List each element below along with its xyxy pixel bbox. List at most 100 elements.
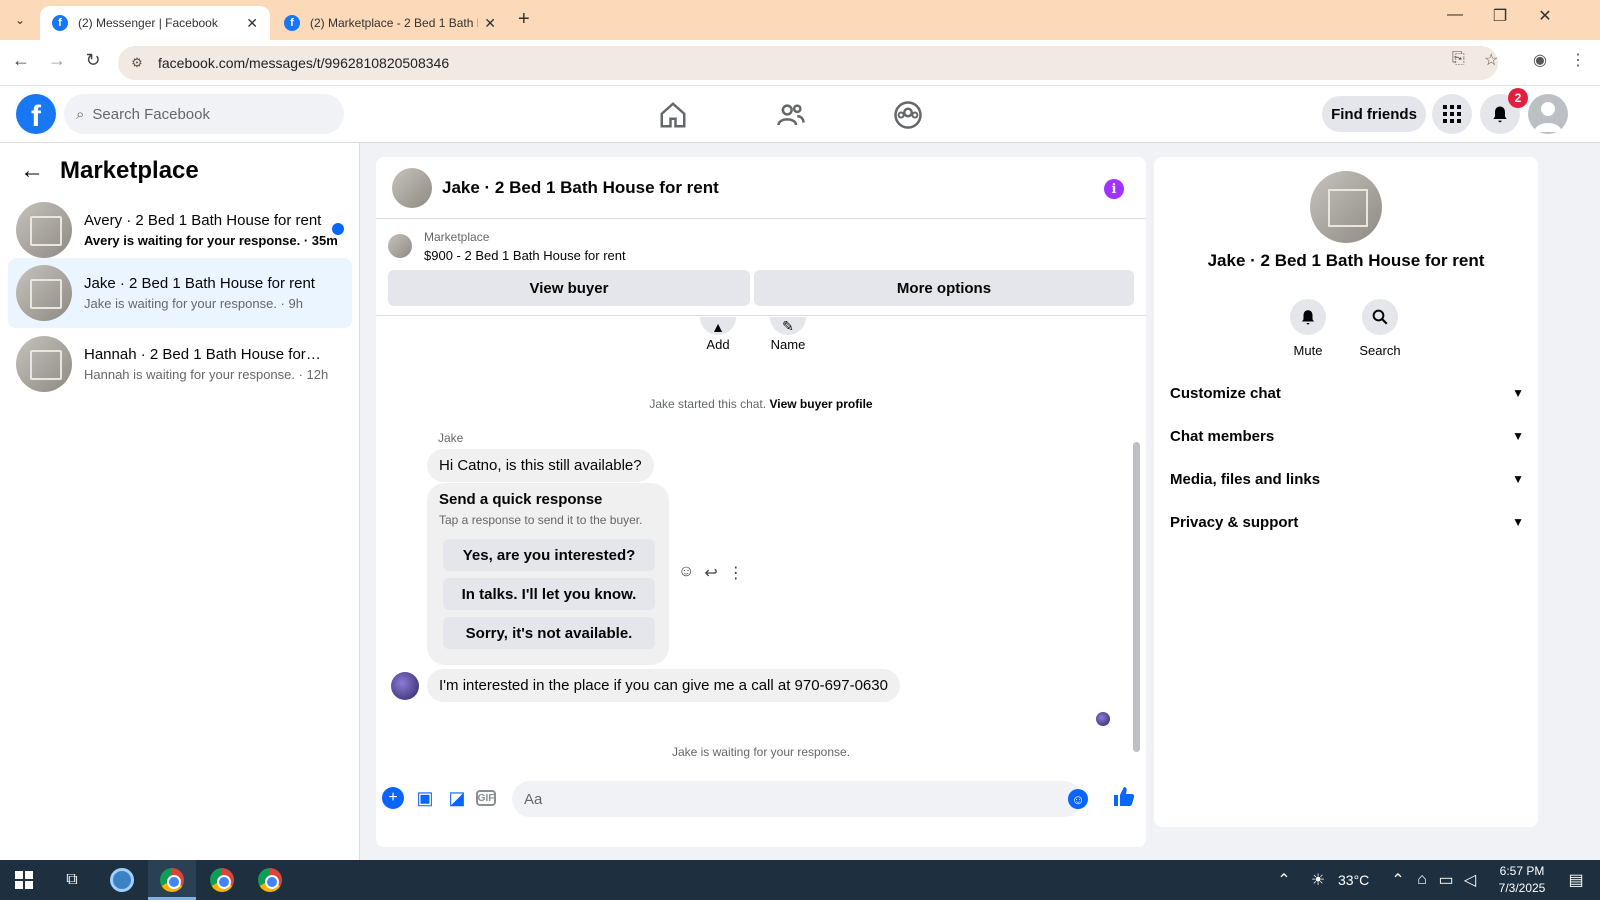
account-avatar[interactable] xyxy=(1528,94,1568,134)
chat-title[interactable]: Jake · 2 Bed 1 Bath House for rent xyxy=(442,178,719,198)
gif-icon[interactable]: GIF xyxy=(476,790,496,806)
quick-response-title: Send a quick response xyxy=(439,491,603,508)
info-icon[interactable]: i xyxy=(1104,179,1124,199)
chevron-down-icon: ▼ xyxy=(1512,429,1524,443)
chrome-icon[interactable] xyxy=(256,866,284,894)
photo-icon[interactable]: ▣ xyxy=(414,787,436,809)
install-app-icon[interactable]: ⎘ xyxy=(1452,50,1465,68)
add-person-icon[interactable]: ▲ xyxy=(700,317,736,335)
bookmark-star-icon[interactable]: ☆ xyxy=(1484,50,1498,70)
conversation-preview: Jake is waiting for your response. · 9h xyxy=(84,296,303,311)
kebab-menu-icon[interactable]: ⋮ xyxy=(1570,50,1586,70)
search-input[interactable]: ⌕ Search Facebook xyxy=(64,94,344,134)
home-icon[interactable] xyxy=(658,100,688,130)
clock-date[interactable]: 7/3/2025 xyxy=(1490,881,1554,895)
edit-name-icon[interactable]: ✎ xyxy=(770,317,806,335)
name-label: Name xyxy=(770,337,806,352)
chat-started-notice: Jake started this chat. View buyer profi… xyxy=(376,397,1146,411)
site-info-icon[interactable]: ⚙ xyxy=(122,55,152,71)
conversation-item[interactable]: Jake · 2 Bed 1 Bath House for rent Jake … xyxy=(8,258,352,328)
search-action[interactable]: Search xyxy=(1350,299,1410,358)
friends-icon[interactable] xyxy=(776,100,806,130)
message-bubble[interactable]: I'm interested in the place if you can g… xyxy=(427,669,900,702)
reload-icon[interactable]: ↻ xyxy=(80,50,106,71)
tab-messenger[interactable]: f (2) Messenger | Facebook ✕ xyxy=(40,6,270,40)
mute-action[interactable]: Mute xyxy=(1278,299,1338,358)
sender-name: Jake xyxy=(438,431,464,445)
more-icon[interactable]: ⋮ xyxy=(728,563,744,583)
listing-title[interactable]: $900 - 2 Bed 1 Bath House for rent xyxy=(424,248,626,263)
quick-response-button[interactable]: Sorry, it's not available. xyxy=(443,617,655,649)
restore-icon[interactable]: ❐ xyxy=(1485,6,1515,26)
tab-marketplace[interactable]: f (2) Marketplace - 2 Bed 1 Bath House f… xyxy=(272,6,508,40)
emoji-icon[interactable]: ☺ xyxy=(1068,789,1088,809)
clock-time[interactable]: 6:57 PM xyxy=(1490,864,1554,878)
view-buyer-profile-link[interactable]: View buyer profile xyxy=(769,397,872,411)
facebook-logo[interactable]: f xyxy=(16,94,56,134)
marketplace-label: Marketplace xyxy=(424,230,490,244)
volume-icon[interactable]: ◁ xyxy=(1456,866,1484,894)
address-bar: ← → ↻ ⚙ facebook.com/messages/t/99628108… xyxy=(0,40,1600,86)
chat-avatar[interactable] xyxy=(392,167,432,208)
url-field[interactable]: ⚙ facebook.com/messages/t/99628108205083… xyxy=(118,46,1498,80)
weather-temperature[interactable]: 33°C xyxy=(1338,872,1369,888)
media-files-links-section[interactable]: Media, files and links ▼ xyxy=(1170,459,1524,499)
waiting-notice: Jake is waiting for your response. xyxy=(671,745,851,759)
privacy-support-section[interactable]: Privacy & support ▼ xyxy=(1170,502,1524,542)
customize-chat-section[interactable]: Customize chat ▼ xyxy=(1170,373,1524,413)
scroll-taskbar-icon[interactable]: ⌃ xyxy=(1270,866,1298,894)
scrollbar-thumb[interactable] xyxy=(1133,442,1140,752)
task-view-icon[interactable]: ⧉ xyxy=(58,866,86,894)
quick-response-button[interactable]: Yes, are you interested? xyxy=(443,539,655,571)
tab-title: (2) Marketplace - 2 Bed 1 Bath House for… xyxy=(310,16,478,30)
close-icon[interactable]: ✕ xyxy=(484,15,496,32)
chat-info-avatar[interactable] xyxy=(1310,171,1382,243)
message-bubble[interactable]: Hi Catno, is this still available? xyxy=(427,449,654,482)
conversation-name: Jake · 2 Bed 1 Bath House for rent xyxy=(84,275,315,292)
menu-grid-icon[interactable] xyxy=(1432,94,1472,134)
chrome-icon[interactable] xyxy=(208,866,236,894)
message-hover-tools: ☺ ↩ ⋮ xyxy=(678,563,744,583)
url-text: facebook.com/messages/t/9962810820508346 xyxy=(158,55,450,71)
add-label: Add xyxy=(706,337,730,352)
thumbs-up-icon[interactable] xyxy=(1112,785,1136,815)
conversation-item[interactable]: Avery · 2 Bed 1 Bath House for rent Aver… xyxy=(8,195,352,265)
notification-center-icon[interactable]: ▤ xyxy=(1562,866,1590,894)
chat-members-section[interactable]: Chat members ▼ xyxy=(1170,416,1524,456)
tab-title: (2) Messenger | Facebook xyxy=(78,16,218,30)
weather-icon[interactable]: ☀ xyxy=(1304,866,1332,894)
sticker-icon[interactable]: ◪ xyxy=(446,787,468,809)
section-label: Media, files and links xyxy=(1170,470,1321,488)
browser-tab-bar: ⌄ f (2) Messenger | Facebook ✕ f (2) Mar… xyxy=(0,0,1600,40)
conversation-item[interactable]: Hannah · 2 Bed 1 Bath House for rent Han… xyxy=(8,329,352,399)
marketplace-conversation-list: ← Marketplace Avery · 2 Bed 1 Bath House… xyxy=(0,143,360,860)
new-tab-icon[interactable]: + xyxy=(518,8,530,31)
quick-response-card: Send a quick response Tap a response to … xyxy=(427,483,669,665)
chat-window: Jake · 2 Bed 1 Bath House for rent i Mar… xyxy=(376,157,1146,847)
close-window-icon[interactable]: ✕ xyxy=(1530,6,1560,26)
buyer-avatar[interactable] xyxy=(391,672,419,700)
back-arrow-icon[interactable]: ← xyxy=(20,157,44,185)
react-emoji-icon[interactable]: ☺ xyxy=(678,563,694,583)
close-icon[interactable]: ✕ xyxy=(246,15,258,32)
app-icon[interactable] xyxy=(108,866,136,894)
tab-search-icon[interactable]: ⌄ xyxy=(8,8,32,32)
profile-icon[interactable]: ◉ xyxy=(1533,50,1547,70)
minimize-icon[interactable]: — xyxy=(1440,6,1470,24)
quick-response-button[interactable]: In talks. I'll let you know. xyxy=(443,578,655,610)
reply-icon[interactable]: ↩ xyxy=(704,563,717,583)
message-thread: ▲ Add ✎ Name Jake started this chat. Vie… xyxy=(376,317,1146,772)
message-input[interactable]: Aa xyxy=(512,781,1082,817)
view-buyer-button[interactable]: View buyer xyxy=(388,270,750,306)
back-icon[interactable]: ← xyxy=(8,50,34,71)
find-friends-button[interactable]: Find friends xyxy=(1322,96,1426,132)
seen-indicator-avatar xyxy=(1096,712,1110,726)
groups-icon[interactable] xyxy=(893,100,923,130)
more-options-button[interactable]: More options xyxy=(754,270,1134,306)
conversation-name: Hannah · 2 Bed 1 Bath House for rent xyxy=(84,346,324,363)
plus-icon[interactable]: + xyxy=(382,787,404,809)
forward-icon[interactable]: → xyxy=(44,50,70,71)
section-label: Chat members xyxy=(1170,427,1275,445)
chrome-icon[interactable] xyxy=(158,866,186,894)
windows-start-icon[interactable] xyxy=(10,866,38,894)
